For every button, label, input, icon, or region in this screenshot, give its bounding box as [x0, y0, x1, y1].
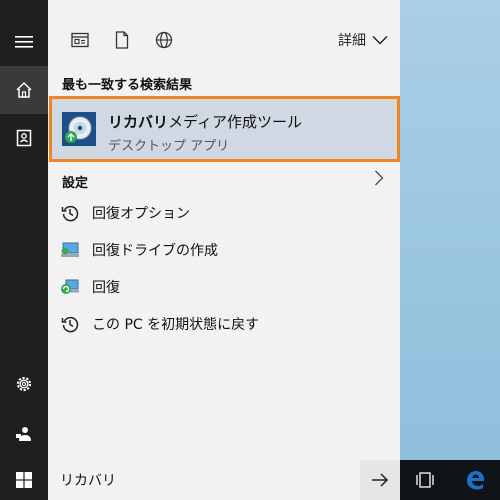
desktop-background [400, 0, 500, 460]
edge-icon [467, 471, 484, 490]
disc-app-icon [62, 112, 96, 146]
web-filter-button[interactable] [152, 28, 176, 52]
settings-item-create-recovery-drive[interactable]: 回復ドライブの作成 [48, 232, 400, 268]
documents-filter-button[interactable] [110, 28, 134, 52]
start-button[interactable] [0, 460, 48, 500]
globe-icon [155, 31, 173, 49]
window-app-icon [71, 32, 89, 48]
edge-browser-button[interactable] [450, 460, 500, 500]
gear-icon [16, 376, 32, 392]
home-icon [16, 81, 32, 98]
settings-heading: 設定 [62, 176, 89, 191]
notebook-icon [16, 129, 32, 147]
settings-item-label: 回復 [92, 280, 120, 296]
best-match-subtitle: デスクトップ アプリ [108, 139, 230, 154]
history-icon [61, 316, 79, 333]
chevron-down-icon [372, 36, 388, 45]
document-icon [115, 31, 129, 49]
home-button[interactable] [0, 66, 48, 114]
settings-item-reset-pc[interactable]: この PC を初期状態に戻す [48, 306, 400, 342]
feedback-button[interactable] [0, 410, 48, 458]
taskbar [0, 460, 500, 500]
hamburger-icon [15, 36, 33, 48]
windows-logo-icon [16, 472, 32, 488]
settings-item-recovery[interactable]: 回復 [48, 269, 400, 305]
settings-section-header[interactable]: 設定 [48, 166, 400, 194]
feedback-person-icon [16, 427, 31, 441]
history-icon [61, 205, 79, 222]
best-match-heading: 最も一致する検索結果 [62, 78, 193, 93]
recovery-icon [61, 279, 79, 294]
search-go-button[interactable] [360, 460, 400, 500]
filter-toolbar: 詳細 [48, 0, 400, 72]
settings-item-recovery-options[interactable]: 回復オプション [48, 195, 400, 231]
task-view-button[interactable] [400, 460, 450, 500]
search-input[interactable] [48, 460, 360, 500]
notebook-button[interactable] [0, 114, 48, 162]
start-left-rail [0, 0, 48, 460]
settings-gear-button[interactable] [0, 360, 48, 408]
apps-filter-button[interactable] [68, 28, 92, 52]
best-match-title: リカバリメディア作成ツール [108, 113, 302, 131]
settings-item-label: 回復ドライブの作成 [92, 243, 218, 259]
best-match-result[interactable]: リカバリメディア作成ツール デスクトップ アプリ [49, 96, 400, 162]
detail-dropdown[interactable]: 詳細 [338, 30, 388, 50]
chevron-right-icon [375, 170, 384, 186]
search-results-panel: 詳細 最も一致する検索結果 リカバリメディア作成ツール デスクトップ アプリ 設… [48, 0, 400, 460]
computer-icon [61, 242, 79, 257]
settings-item-label: 回復オプション [92, 206, 190, 222]
settings-item-label: この PC を初期状態に戻す [92, 317, 260, 333]
hamburger-menu-button[interactable] [0, 18, 48, 66]
arrow-right-icon [372, 473, 389, 487]
detail-label: 詳細 [338, 33, 366, 49]
task-view-icon [416, 472, 434, 488]
